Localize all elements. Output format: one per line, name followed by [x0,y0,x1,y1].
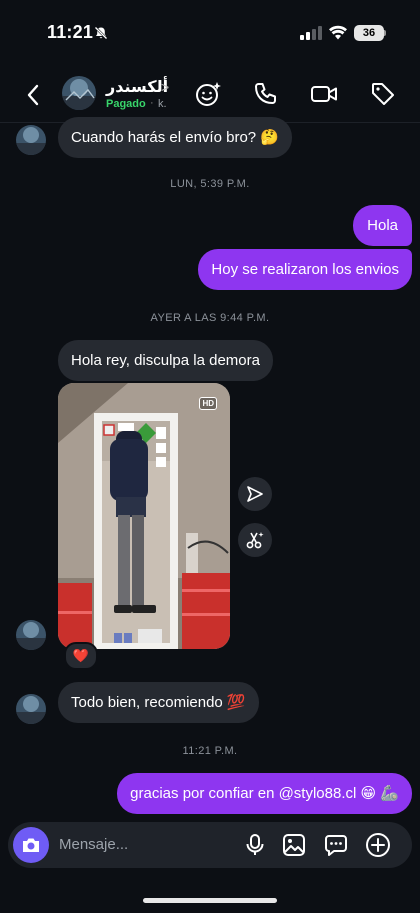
message-incoming[interactable]: Hola rey, disculpa la demora [58,340,273,381]
status-time: 11:21 [47,22,94,42]
separator-dot: · [150,97,154,109]
voice-call-button[interactable] [249,78,281,110]
back-button[interactable] [18,80,48,110]
message-incoming[interactable]: Cuando harás el envío bro? 🤔 [58,117,292,158]
contact-name[interactable]: ألكسندر [106,77,168,97]
message-outgoing[interactable]: Hoy se realizaron los envios [198,249,412,290]
phone-icon [255,83,276,104]
photo-message[interactable]: HD [58,383,230,649]
voice-message-button[interactable] [240,830,270,860]
sparkle-smiley-icon [196,82,221,106]
chat-bubble-dots-icon [325,835,347,856]
image-icon [283,834,305,856]
remix-button[interactable] [238,523,272,557]
chevron-left-icon [27,84,39,106]
add-button[interactable] [363,830,393,860]
home-indicator [143,898,277,903]
label-button[interactable] [367,78,399,110]
contact-avatar-small[interactable] [16,620,46,650]
video-call-button[interactable] [308,78,340,110]
effects-button[interactable] [192,78,224,110]
battery-indicator: 36 [354,25,384,41]
payment-status: Pagado [106,98,146,110]
bell-off-icon [94,26,108,40]
plus-circle-icon [366,833,390,857]
message-input[interactable]: Mensaje... [59,836,128,853]
message-outgoing[interactable]: gracias por confiar en @stylo88.cl 😁 🦾 [117,773,412,814]
video-camera-icon [311,86,337,102]
message-timestamp: 11:21 P.M. [182,745,238,757]
scissors-sparkle-icon [246,532,264,549]
camera-icon [23,838,39,852]
tag-icon [372,83,394,105]
message-outgoing[interactable]: Hola [353,205,412,246]
microphone-icon [246,834,264,855]
status-truncated-text: k. [158,98,167,110]
contact-avatar-small[interactable] [16,125,46,155]
gallery-button[interactable] [279,830,309,860]
cellular-signal-icon [300,26,322,40]
message-incoming[interactable]: Todo bien, recomiendo 💯 [58,682,259,723]
battery-nub [384,30,386,36]
contact-avatar[interactable] [62,76,96,110]
wifi-icon [329,25,347,40]
paper-plane-icon [247,486,263,502]
camera-button[interactable] [13,827,49,863]
share-button[interactable] [238,477,272,511]
message-timestamp: AYER A LAS 9:44 P.M. [150,312,270,324]
hd-badge: HD [199,397,217,410]
contact-avatar-small[interactable] [16,694,46,724]
heart-reaction[interactable]: ❤️ [64,642,98,670]
message-timestamp: LUN, 5:39 P.M. [170,178,250,190]
chevron-right-icon: > [161,79,170,95]
sticker-button[interactable] [321,830,351,860]
